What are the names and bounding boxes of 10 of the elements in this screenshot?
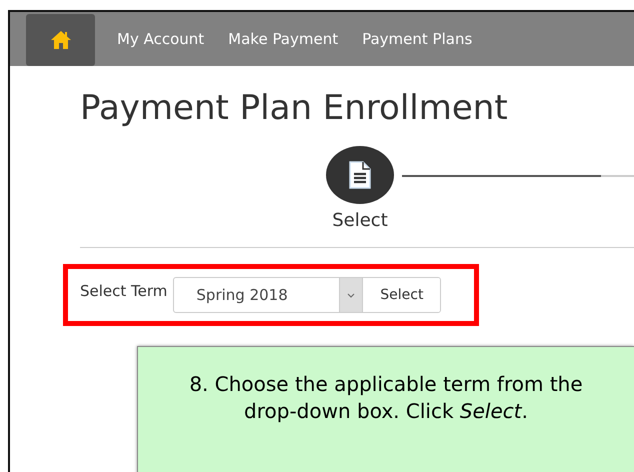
home-button[interactable] bbox=[26, 14, 95, 66]
nav-link[interactable]: Payment Plans bbox=[350, 12, 484, 66]
callout-text: 8. Choose the applicable term from the drop-down box. Click Select. bbox=[188, 371, 584, 425]
step-label: Select bbox=[332, 210, 388, 231]
home-icon bbox=[50, 30, 72, 50]
page-title: Payment Plan Enrollment bbox=[80, 88, 509, 128]
document-icon bbox=[348, 160, 372, 190]
nav-link[interactable]: My Account bbox=[105, 12, 216, 66]
term-label: Select Term bbox=[80, 282, 168, 300]
nav-link[interactable]: Make Payment bbox=[216, 12, 350, 66]
